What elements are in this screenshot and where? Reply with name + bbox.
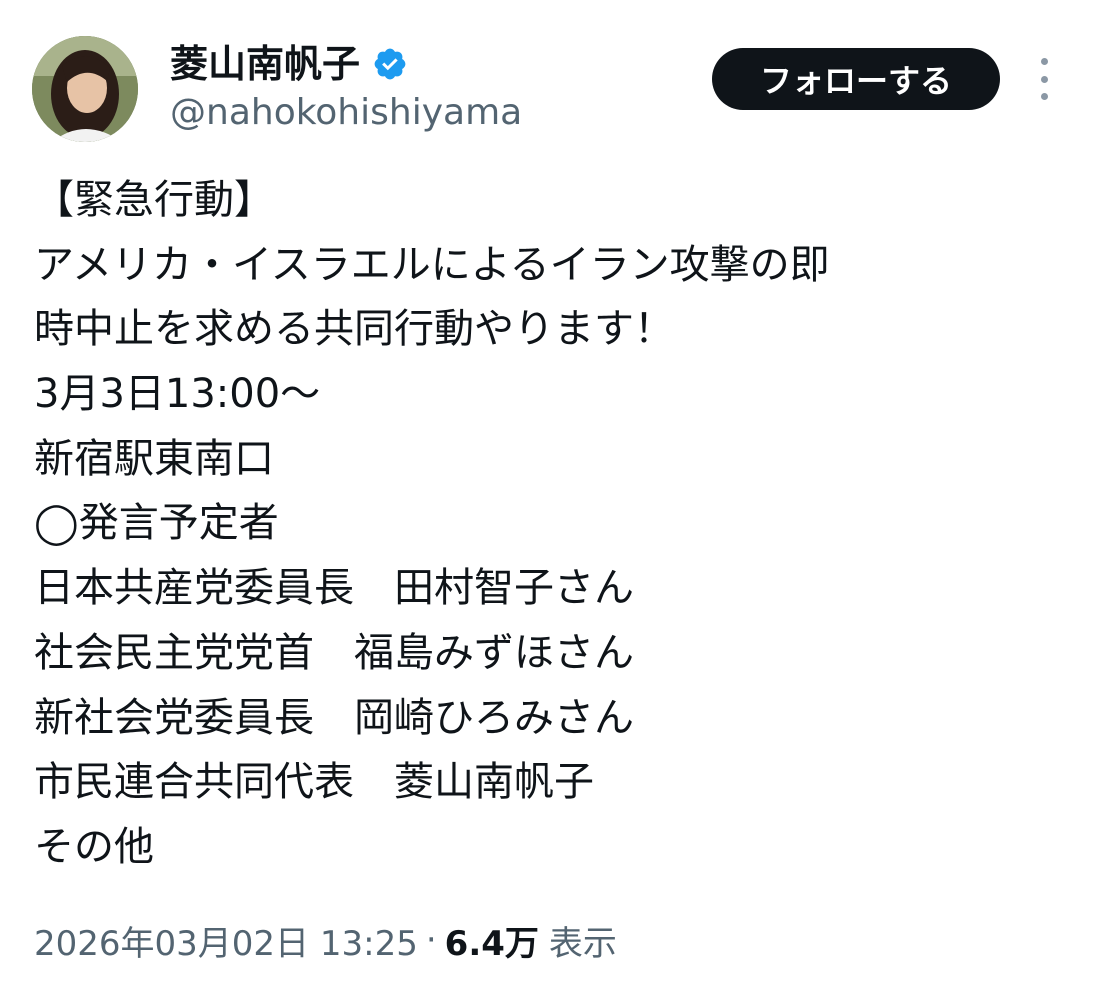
tweet-text-line: 新社会党委員長 岡崎ひろみさん (34, 694, 634, 741)
tweet-text-line: 【緊急行動】 (34, 177, 274, 223)
more-dot (1040, 93, 1048, 100)
tweet-card: 菱山南帆子 @nahokohishiyama フォローする 【緊急行動】 アメリ… (0, 0, 1096, 985)
more-options-icon[interactable] (1026, 58, 1062, 100)
tweet-text-line: 日本共産党委員長 田村智子さん (34, 565, 634, 612)
avatar[interactable] (32, 36, 138, 142)
tweet-timestamp[interactable]: 2026年03月02日 13:25 (34, 916, 418, 965)
tweet-meta: 2026年03月02日 13:25 · 6.4万 表示 (34, 912, 617, 968)
tweet-header: 菱山南帆子 @nahokohishiyama フォローする (0, 0, 1096, 150)
tweet-text-line: その他 (34, 823, 154, 870)
tweet-text-line: ◯発言予定者 (34, 500, 279, 547)
more-dot (1040, 75, 1048, 83)
tweet-text-line: 市民連合共同代表 菱山南帆子 (34, 759, 594, 806)
author-name-row: 菱山南帆子 (170, 36, 408, 92)
views-label: 表示 (548, 923, 617, 964)
author-display-name[interactable]: 菱山南帆子 (170, 36, 360, 92)
views-count: 6.4万 (444, 923, 539, 964)
author-handle[interactable]: @nahokohishiyama (170, 90, 522, 136)
tweet-text-line: 社会民主党党首 福島みずほさん (34, 629, 634, 676)
verified-badge-icon (372, 46, 408, 82)
more-dot (1040, 58, 1048, 65)
tweet-text-line: 3月3日13:00〜 (34, 371, 321, 418)
meta-separator: · (425, 920, 437, 960)
avatar-image (32, 36, 138, 142)
tweet-text-line: アメリカ・イスラエルによるイラン攻撃の即 (34, 241, 830, 288)
tweet-text: 【緊急行動】 アメリカ・イスラエルによるイラン攻撃の即 時中止を求める共同行動や… (34, 168, 1064, 880)
tweet-text-line: 新宿駅東南口 (34, 435, 274, 482)
follow-button[interactable]: フォローする (712, 48, 1000, 110)
tweet-text-line: 時中止を求める共同行動やります！ (34, 306, 674, 353)
